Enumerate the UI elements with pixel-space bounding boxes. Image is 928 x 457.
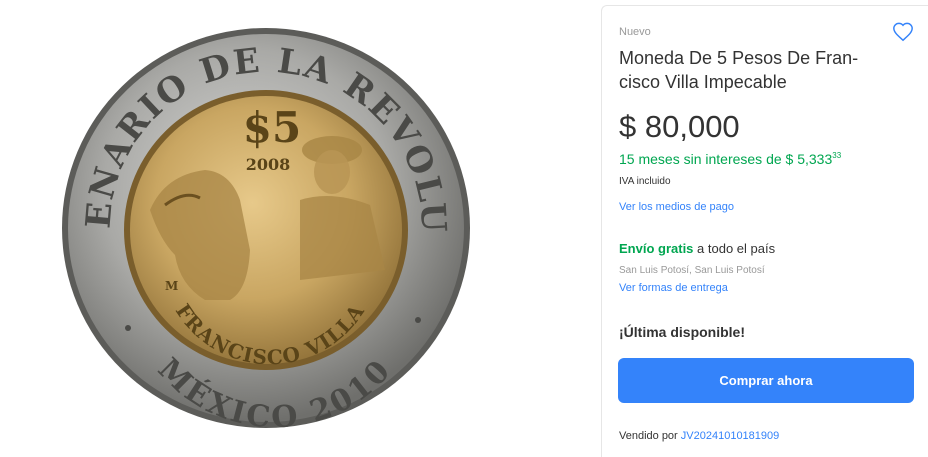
seller-link[interactable]: JV20241010181909 bbox=[681, 430, 779, 442]
product-image-gallery[interactable]: CENTENARIO DE LA REVOLUCIÓN MÉXICO 2010 … bbox=[0, 0, 560, 456]
coin-year: 2008 bbox=[246, 155, 291, 174]
coin-image[interactable]: CENTENARIO DE LA REVOLUCIÓN MÉXICO 2010 … bbox=[0, 0, 560, 456]
payment-methods-link[interactable]: Ver los medios de pago bbox=[619, 201, 734, 213]
tax-note: IVA incluido bbox=[619, 176, 671, 187]
coin-denomination: $5 bbox=[243, 103, 301, 152]
heart-outline-icon[interactable] bbox=[892, 21, 914, 43]
installments-text: 15 meses sin intereses de $ 5,333 bbox=[619, 151, 833, 167]
seller-info: Vendido por JV20241010181909 bbox=[619, 430, 779, 442]
product-title-line2: cisco Villa Impecable bbox=[619, 72, 787, 92]
condition-label: Nuevo bbox=[619, 26, 651, 38]
coin-mint-mark: M bbox=[165, 279, 178, 293]
buy-now-button[interactable]: Comprar ahora bbox=[618, 358, 914, 403]
stock-status: ¡Última disponible! bbox=[619, 324, 745, 340]
installments-info: 15 meses sin intereses de $ 5,33333 bbox=[619, 151, 841, 167]
delivery-options-link[interactable]: Ver formas de entrega bbox=[619, 282, 728, 294]
shipping-scope: a todo el país bbox=[693, 241, 776, 256]
free-shipping-label: Envío gratis bbox=[619, 241, 694, 256]
seller-location: San Luis Potosí, San Luis Potosí bbox=[619, 265, 765, 276]
product-info-panel: Nuevo Moneda De 5 Pesos De Fran- cisco V… bbox=[601, 5, 928, 457]
shipping-info: Envío gratis a todo el país bbox=[619, 241, 775, 256]
product-title-line1: Moneda De 5 Pesos De Fran- bbox=[619, 48, 859, 68]
seller-prefix: Vendido por bbox=[619, 430, 681, 442]
product-title: Moneda De 5 Pesos De Fran- cisco Villa I… bbox=[619, 46, 899, 94]
installments-cents: 33 bbox=[832, 151, 842, 160]
product-price: $ 80,000 bbox=[619, 109, 740, 144]
